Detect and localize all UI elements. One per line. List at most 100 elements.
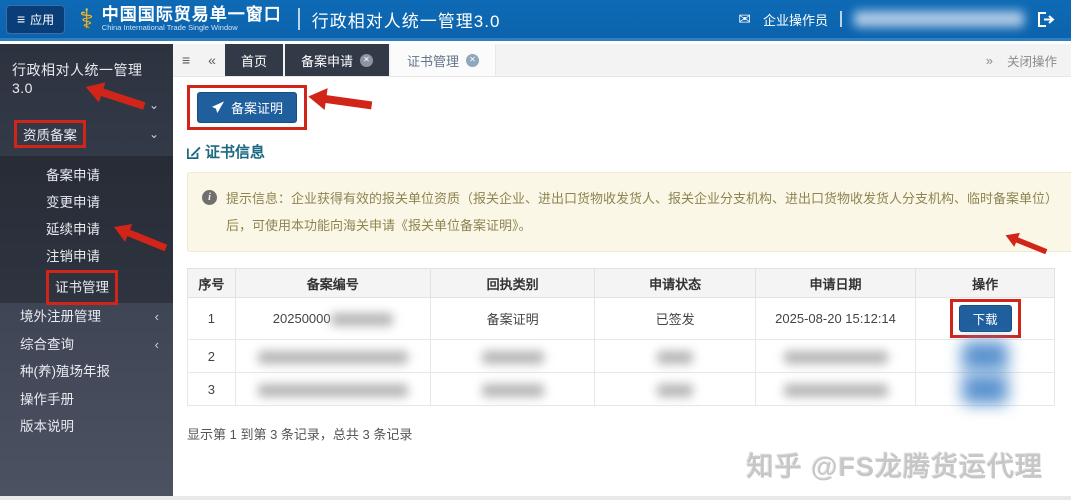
cell-action [915, 372, 1055, 406]
sidebar-item-version-notes[interactable]: 版本说明 [0, 413, 173, 441]
filing-certificate-button[interactable]: 备案证明 [197, 92, 298, 123]
cell-record-no [234, 339, 431, 373]
table-row: 3 [187, 372, 1055, 406]
cell-status [594, 339, 756, 373]
page-bottom-edge [0, 496, 1071, 500]
scroll-tabs-left-icon[interactable]: « [199, 44, 225, 76]
tab-filing-application[interactable]: 备案申请 ✕ [284, 44, 389, 76]
cell-receipt-type: 备案证明 [429, 297, 596, 340]
tab-certificate-management[interactable]: 证书管理 ✕ [391, 44, 497, 76]
cell-seq: 1 [187, 297, 236, 340]
sidebar-item-label: 境外注册管理 [20, 309, 101, 324]
logout-icon[interactable] [1036, 11, 1055, 28]
chevron-left-icon: ‹ [154, 336, 159, 352]
cell-receipt-type [429, 372, 596, 406]
close-icon[interactable]: ✕ [360, 53, 373, 67]
brand-block: 中国国际贸易单一窗口 China International Trade Sin… [101, 4, 282, 33]
redacted-text [481, 383, 544, 397]
redacted-text [330, 313, 393, 327]
main-area: ≡ « 首页 备案申请 ✕ 证书管理 ✕ » 关闭操作 备案证明 证书信息 i … [173, 44, 1071, 500]
col-status: 申请状态 [594, 268, 756, 298]
tab-bar-right: » 关闭操作 [986, 44, 1071, 76]
close-operations-menu[interactable]: 关闭操作 [1007, 51, 1057, 70]
annotation-box: 资质备案 [14, 120, 86, 148]
cell-record-no: 20250000 [234, 297, 431, 340]
cell-date [754, 339, 917, 373]
watermark: 知乎 @FS龙腾货运代理 [746, 452, 1043, 482]
mail-icon[interactable]: ✉ [738, 10, 751, 28]
cell-status: 已签发 [594, 297, 756, 340]
send-icon [211, 101, 225, 114]
redacted-text [657, 350, 694, 364]
table-row: 2 [187, 339, 1055, 373]
sidebar-section-label: 资质备案 [23, 128, 77, 143]
redacted-text [481, 350, 544, 364]
menu-toggle-icon[interactable]: ≡ [173, 44, 199, 76]
cell-action: 下载 [915, 297, 1055, 340]
section-title-text: 证书信息 [205, 144, 266, 161]
username-redacted [854, 11, 1024, 27]
col-seq: 序号 [187, 268, 236, 298]
content: 备案证明 证书信息 i 提示信息：企业获得有效的报关单位资质（报关企业、进出口货… [173, 77, 1071, 443]
tab-home[interactable]: 首页 [224, 44, 283, 76]
cell-action [915, 339, 1055, 373]
col-action: 操作 [915, 268, 1055, 298]
annotation-box: 证书管理 [46, 270, 118, 305]
sidebar: 行政相对人统一管理3.0 ⌄ 资质备案 ⌄ 备案申请 变更申请 延续申请 注销申… [0, 44, 173, 500]
sidebar-item-operation-manual[interactable]: 操作手册 [0, 386, 173, 414]
sidebar-item-farm-annual-report[interactable]: 种(养)殖场年报 [0, 358, 173, 386]
scroll-tabs-right-icon[interactable]: » [986, 53, 993, 68]
notice-box: i 提示信息：企业获得有效的报关单位资质（报关企业、进出口货物收发货人、报关企业… [187, 172, 1071, 252]
apps-menu-button[interactable]: ≡ 应用 [6, 4, 66, 34]
col-record-no: 备案编号 [234, 268, 431, 298]
redacted-text [657, 383, 694, 397]
sidebar-item-filing-application[interactable]: 备案申请 [0, 162, 173, 189]
redacted-text [783, 350, 888, 364]
cell-seq: 2 [187, 339, 236, 373]
redacted-button [962, 374, 1009, 404]
sidebar-item-label: 证书管理 [55, 280, 109, 295]
header-divider [297, 8, 300, 30]
sidebar-item-certificate-management[interactable]: 证书管理 [0, 270, 173, 305]
cell-seq: 3 [187, 372, 236, 406]
redacted-text [783, 383, 888, 397]
col-receipt-type: 回执类别 [429, 268, 596, 298]
sidebar-item-label: 综合查询 [20, 336, 74, 352]
tab-label: 证书管理 [407, 53, 460, 69]
user-role-label: 企业操作员 [762, 12, 828, 28]
chevron-down-icon: ⌄ [148, 127, 159, 141]
redacted-text [257, 383, 408, 397]
sidebar-item-label: 操作手册 [20, 391, 74, 407]
annotation-box: 下载 [949, 299, 1021, 338]
user-divider [840, 11, 842, 27]
cell-record-no [234, 372, 431, 406]
col-date: 申请日期 [754, 268, 917, 298]
close-icon[interactable]: ✕ [466, 53, 480, 67]
tab-label: 备案申请 [300, 53, 353, 69]
table-row: 1 20250000 备案证明 已签发 2025-08-20 15:12:14 … [187, 297, 1055, 340]
cell-date [754, 372, 917, 406]
sidebar-item-comprehensive-query[interactable]: 综合查询 ‹ [0, 331, 173, 359]
cell-date: 2025-08-20 15:12:14 [754, 297, 917, 340]
cell-status [594, 372, 756, 406]
notice-text: 提示信息：企业获得有效的报关单位资质（报关企业、进出口货物收发货人、报关企业分支… [226, 191, 1059, 233]
download-button[interactable]: 下载 [958, 305, 1012, 332]
header-right: ✉ 企业操作员 [738, 10, 1055, 29]
system-title: 行政相对人统一管理3.0 [311, 11, 501, 31]
chevron-left-icon: ‹ [154, 309, 159, 324]
hamburger-icon: ≡ [17, 11, 26, 27]
sidebar-item-overseas-registration[interactable]: 境外注册管理 ‹ [0, 303, 173, 331]
apps-menu-label: 应用 [30, 12, 55, 27]
sidebar-item-label: 种(养)殖场年报 [20, 364, 110, 379]
page: ≡ 应用 ⚕ 中国国际贸易单一窗口 China International Tr… [0, 0, 1071, 500]
cell-receipt-type [429, 339, 596, 373]
sidebar-item-qualification-filing[interactable]: 资质备案 ⌄ [0, 112, 173, 156]
brand-title: 中国国际贸易单一窗口 [101, 4, 282, 24]
sidebar-item-change-application[interactable]: 变更申请 [0, 189, 173, 216]
brand-subtitle: China International Trade Single Window [101, 23, 238, 33]
tab-label: 首页 [240, 53, 267, 69]
certificates-table: 序号 备案编号 回执类别 申请状态 申请日期 操作 1 20250000 备案证… [187, 268, 1055, 406]
table-header-row: 序号 备案编号 回执类别 申请状态 申请日期 操作 [187, 268, 1055, 298]
tab-bar: ≡ « 首页 备案申请 ✕ 证书管理 ✕ » 关闭操作 [173, 44, 1071, 77]
edit-icon [187, 146, 201, 159]
